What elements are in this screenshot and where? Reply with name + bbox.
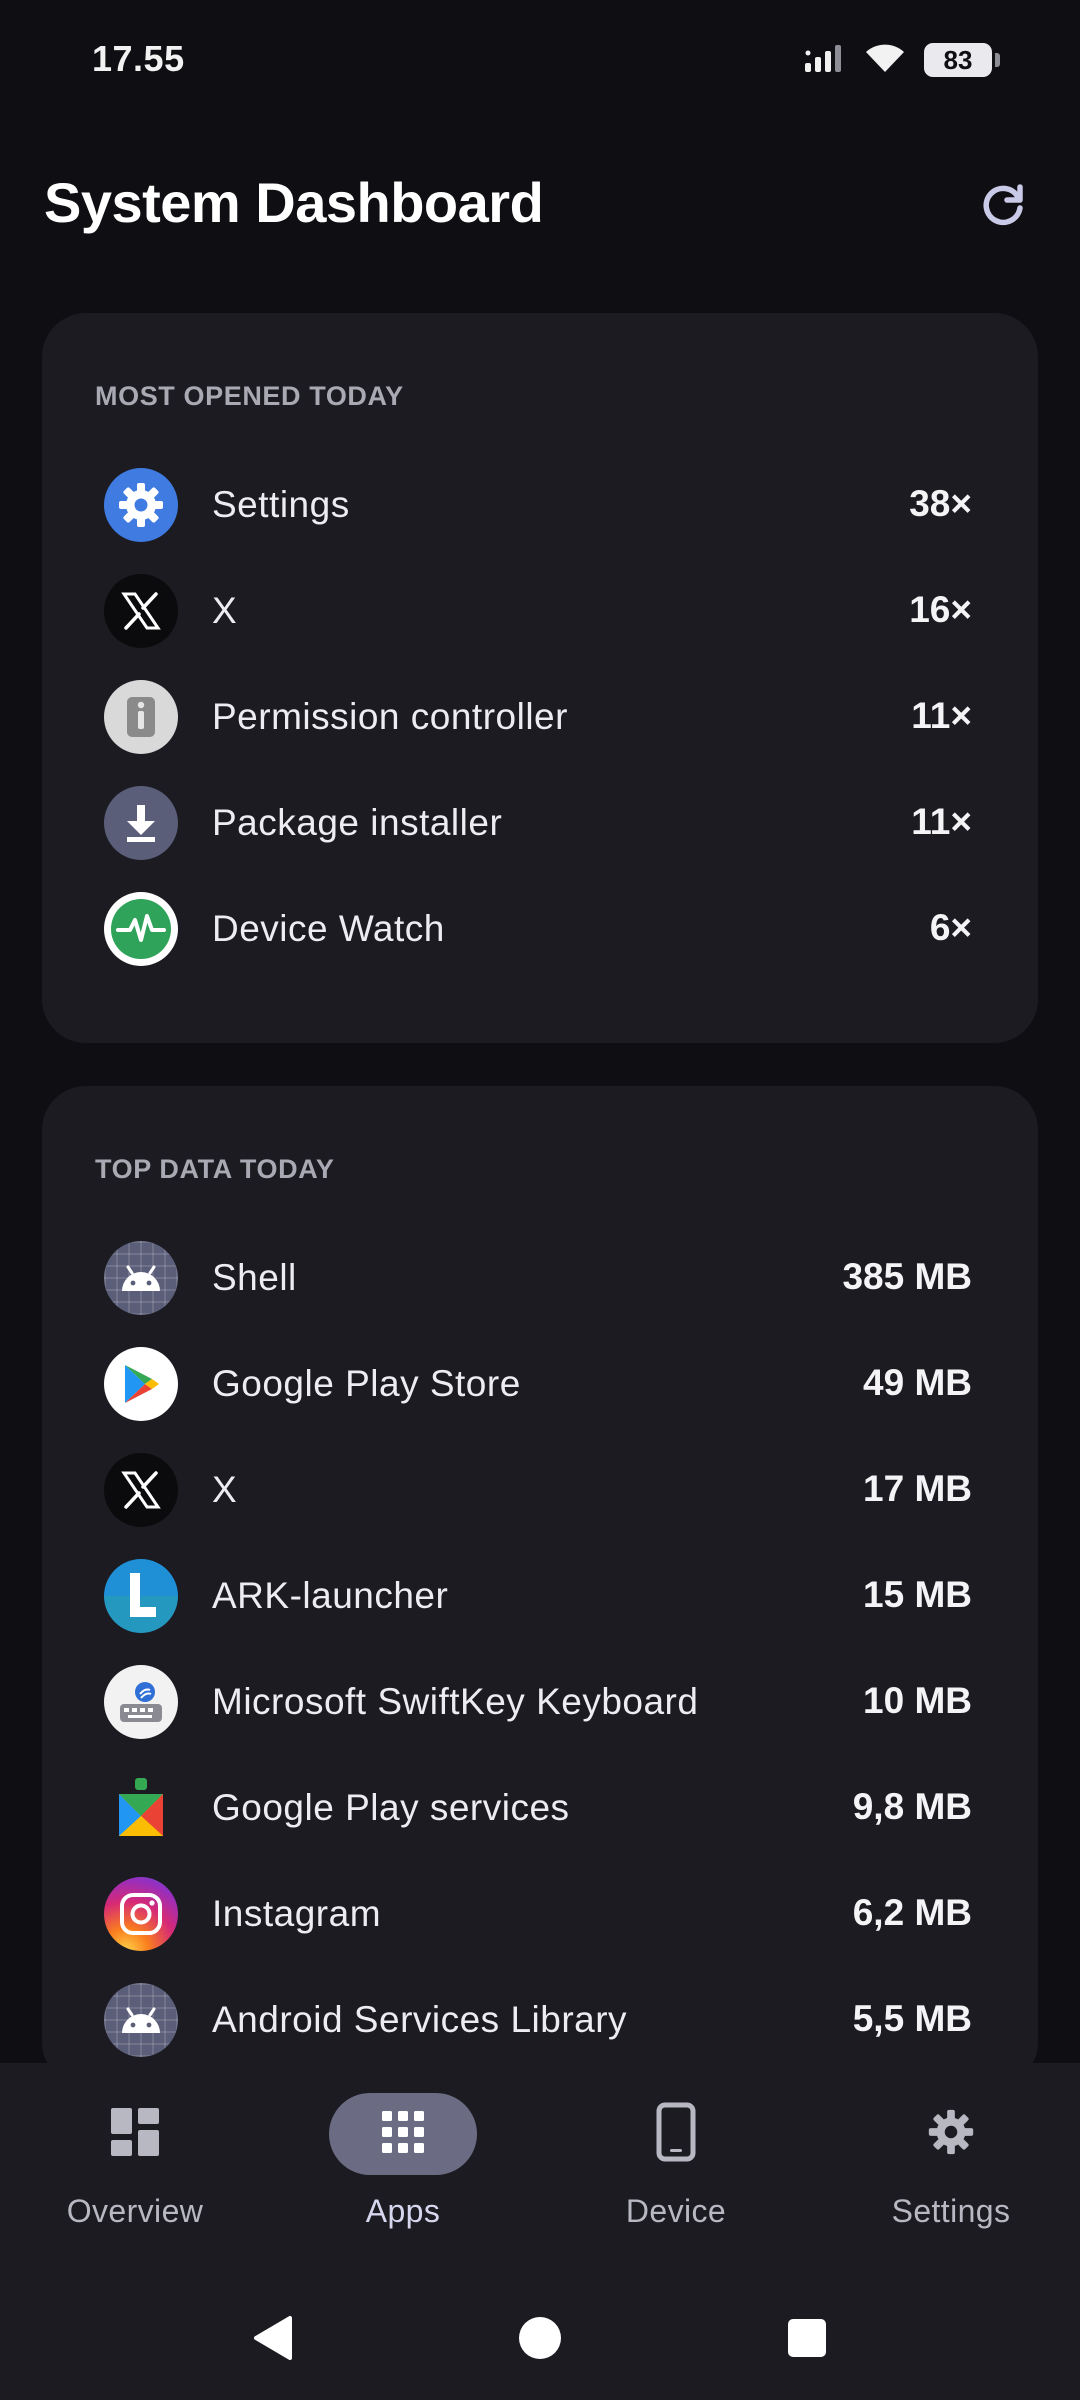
data-usage: 6,2 MB	[852, 1892, 972, 1933]
data-usage: 385 MB	[842, 1256, 972, 1297]
list-item-swiftkey[interactable]: Microsoft SwiftKey Keyboard 10 MB	[42, 1649, 1038, 1755]
list-item-package-installer[interactable]: Package installer 11×	[42, 770, 1038, 876]
data-usage: 9,8 MB	[852, 1786, 972, 1827]
nav-device-icon-wrap	[602, 2093, 750, 2175]
nav-overview-label: Overview	[66, 2193, 204, 2229]
open-count: 11×	[911, 801, 972, 842]
list-item-android-services-library[interactable]: Android Services Library 5,5 MB	[42, 1967, 1038, 2073]
system-navigation-bar	[0, 2280, 1080, 2400]
nav-apps-label: Apps	[365, 2193, 441, 2229]
home-circle-icon	[517, 2315, 563, 2366]
most-opened-title: MOST OPENED TODAY	[95, 381, 404, 411]
list-item-google-play-store[interactable]: Google Play Store 49 MB	[42, 1331, 1038, 1437]
data-usage: 15 MB	[863, 1574, 972, 1615]
device-watch-pulse-icon	[104, 892, 178, 966]
instagram-camera-icon	[104, 1877, 178, 1951]
refresh-button[interactable]	[966, 170, 1040, 244]
app-name: Android Services Library	[212, 1999, 628, 2040]
x-logo-icon	[104, 1453, 178, 1527]
back-button[interactable]	[222, 2280, 322, 2400]
play-store-icon	[104, 1347, 178, 1421]
app-name: Shell	[212, 1257, 297, 1298]
open-count: 16×	[909, 589, 972, 630]
nav-overview-icon-wrap	[61, 2093, 209, 2175]
play-services-icon	[104, 1771, 178, 1845]
back-triangle-icon	[250, 2314, 294, 2367]
list-item-permission-controller[interactable]: Permission controller 11×	[42, 664, 1038, 770]
download-arrow-icon	[104, 786, 178, 860]
nav-device[interactable]: Device	[541, 2093, 811, 2243]
app-name: X	[212, 1469, 238, 1510]
app-name: Microsoft SwiftKey Keyboard	[212, 1681, 699, 1722]
phone-icon	[656, 2102, 696, 2167]
open-count: 11×	[911, 695, 972, 736]
list-item-settings[interactable]: Settings 38×	[42, 452, 1038, 558]
wifi-icon	[864, 42, 906, 79]
nav-device-label: Device	[625, 2193, 727, 2229]
open-count: 38×	[909, 483, 972, 524]
battery-indicator: 83	[924, 43, 1000, 77]
recents-square-icon	[786, 2317, 828, 2364]
permission-controller-icon	[104, 680, 178, 754]
list-item-x[interactable]: X 17 MB	[42, 1437, 1038, 1543]
app-name: Google Play Store	[212, 1363, 521, 1404]
status-bar: 17.55 83	[0, 0, 1080, 120]
settings-gear-icon	[924, 2105, 978, 2164]
android-robot-icon	[104, 1241, 178, 1315]
app-name: Permission controller	[212, 696, 568, 737]
ark-launcher-icon	[104, 1559, 178, 1633]
list-item-device-watch[interactable]: Device Watch 6×	[42, 876, 1038, 982]
app-name: Settings	[212, 484, 350, 525]
open-count: 6×	[929, 907, 972, 948]
apps-grid-icon	[380, 2109, 426, 2160]
top-data-card: TOP DATA TODAY Shell 385 MB Google Play …	[42, 1086, 1038, 2086]
top-data-list: Shell 385 MB Google Play Store 49 MB X 1…	[42, 1225, 1038, 2073]
list-item-ark-launcher[interactable]: ARK-launcher 15 MB	[42, 1543, 1038, 1649]
app-name: Instagram	[212, 1893, 382, 1934]
data-usage: 17 MB	[863, 1468, 972, 1509]
android-robot-icon	[104, 1983, 178, 2057]
status-time: 17.55	[92, 38, 185, 79]
dashboard-grid-icon	[109, 2106, 161, 2163]
app-name: X	[212, 590, 238, 631]
refresh-icon	[977, 179, 1029, 236]
recents-button[interactable]	[757, 2280, 857, 2400]
list-item-google-play-services[interactable]: Google Play services 9,8 MB	[42, 1755, 1038, 1861]
nav-overview[interactable]: Overview	[0, 2093, 270, 2243]
app-name: Package installer	[212, 802, 503, 843]
data-usage: 5,5 MB	[852, 1998, 972, 2039]
data-usage: 49 MB	[863, 1362, 972, 1403]
app-name: ARK-launcher	[212, 1575, 449, 1616]
app-name: Google Play services	[212, 1787, 570, 1828]
nav-settings[interactable]: Settings	[816, 2093, 1080, 2243]
nav-settings-icon-wrap	[877, 2093, 1025, 2175]
most-opened-list: Settings 38× X 16× Permission controller…	[42, 452, 1038, 982]
settings-app-icon	[104, 468, 178, 542]
nav-settings-label: Settings	[891, 2193, 1011, 2229]
status-icons: 83	[804, 40, 1000, 80]
list-item-instagram[interactable]: Instagram 6,2 MB	[42, 1861, 1038, 1967]
nav-apps[interactable]: Apps	[268, 2093, 538, 2243]
home-button[interactable]	[490, 2280, 590, 2400]
top-data-title: TOP DATA TODAY	[95, 1154, 335, 1184]
x-logo-icon	[104, 574, 178, 648]
screen: 17.55 83 System Dashboard MOST OPENED TO…	[0, 0, 1080, 2400]
battery-level: 83	[943, 44, 973, 75]
page-title: System Dashboard	[44, 171, 544, 234]
app-name: Device Watch	[212, 908, 445, 949]
list-item-shell[interactable]: Shell 385 MB	[42, 1225, 1038, 1331]
signal-icon	[804, 43, 846, 78]
nav-apps-active-pill	[329, 2093, 477, 2175]
data-usage: 10 MB	[863, 1680, 972, 1721]
most-opened-card: MOST OPENED TODAY Settings 38× X 16× Per…	[42, 313, 1038, 1043]
swiftkey-keyboard-icon	[104, 1665, 178, 1739]
list-item-x[interactable]: X 16×	[42, 558, 1038, 664]
